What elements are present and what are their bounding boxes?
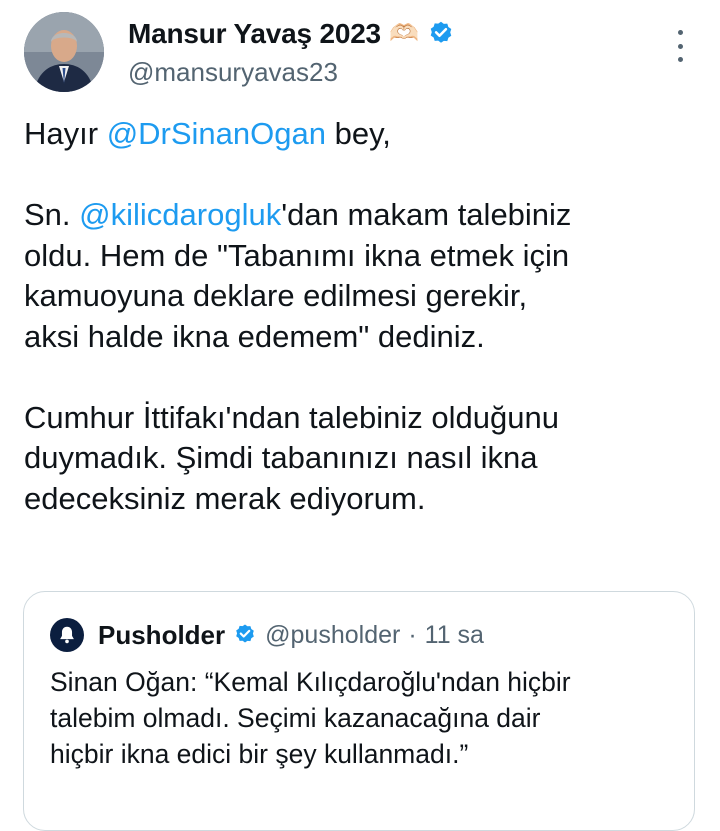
- quoted-tweet-card[interactable]: Pusholder @pusholder · 11 sa Sinan Oğan:…: [23, 591, 695, 831]
- quoted-author-handle[interactable]: @pusholder: [265, 621, 400, 650]
- mention-drsinanogan[interactable]: @DrSinanOgan: [107, 116, 326, 151]
- tweet-p2-text: Sn.: [24, 197, 80, 232]
- heart-hands-emoji-icon: 🫶🏻: [388, 20, 419, 47]
- more-options-icon[interactable]: [672, 30, 688, 62]
- verified-badge-icon: [233, 623, 257, 647]
- bell-icon[interactable]: [50, 618, 84, 652]
- author-avatar[interactable]: [24, 12, 104, 92]
- verified-badge-icon: [427, 20, 455, 48]
- tweet-p1-text-end: bey,: [326, 116, 391, 151]
- author-display-name[interactable]: Mansur Yavaş 2023: [128, 18, 381, 50]
- separator-dot: ·: [408, 620, 417, 649]
- tweet-p1-text: Hayır: [24, 116, 107, 151]
- quoted-tweet-time[interactable]: 11 sa: [425, 621, 484, 650]
- author-name-row: Mansur Yavaş 2023 🫶🏻: [128, 18, 455, 50]
- quoted-tweet-header: Pusholder @pusholder · 11 sa: [50, 618, 484, 652]
- tweet-text: Hayır @DrSinanOgan bey, Sn. @kilicdarogl…: [24, 114, 700, 519]
- author-handle[interactable]: @mansuryavas23: [128, 57, 338, 88]
- quoted-tweet-text: Sinan Oğan: “Kemal Kılıçdaroğlu'ndan hiç…: [50, 667, 571, 769]
- mention-kilicdarogluk[interactable]: @kilicdarogluk: [79, 197, 281, 232]
- quoted-author-name[interactable]: Pusholder: [98, 620, 225, 651]
- tweet-p3-text: Cumhur İttifakı'ndan talebiniz olduğunu …: [24, 399, 559, 516]
